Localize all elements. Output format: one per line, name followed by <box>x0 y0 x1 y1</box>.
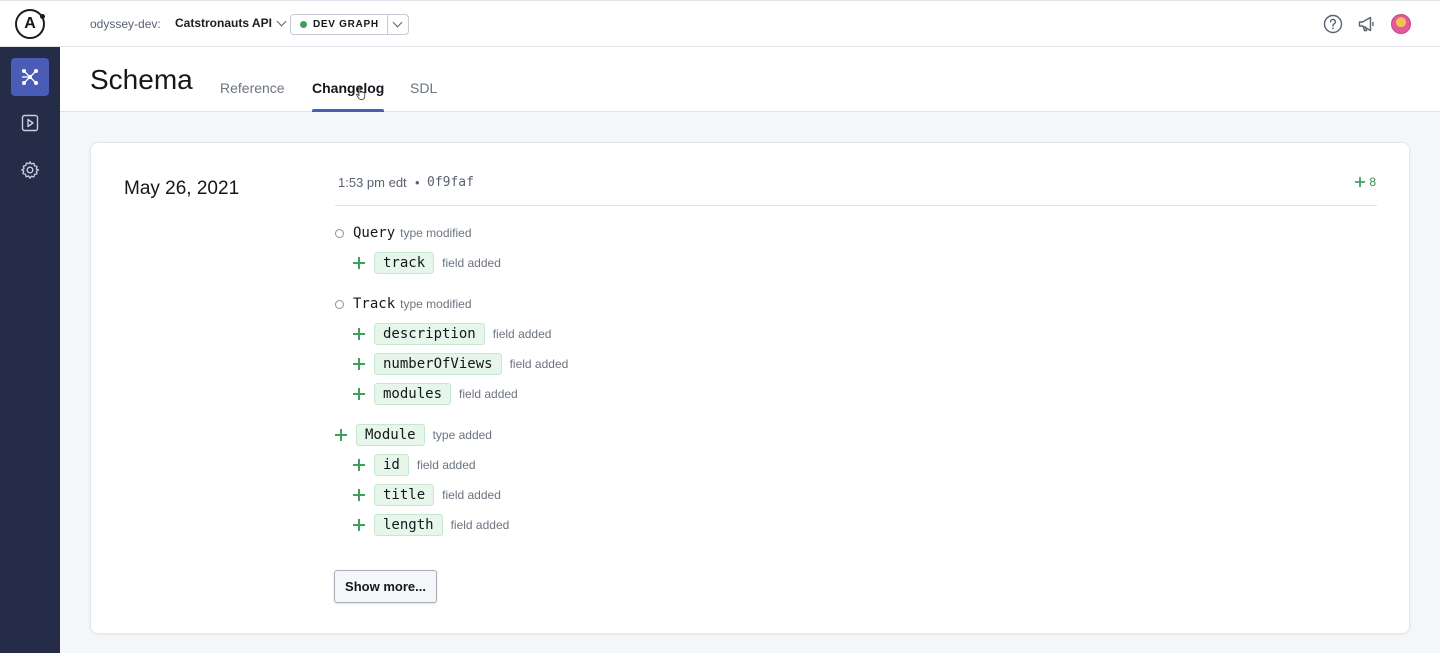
play-icon <box>21 114 39 132</box>
tab-sdl[interactable]: SDL <box>410 80 437 112</box>
change-row-field: modules field added <box>353 382 518 406</box>
type-name: Query <box>353 225 396 241</box>
variant-label: DEV GRAPH <box>313 19 379 30</box>
changelog-date: May 26, 2021 <box>124 178 240 199</box>
top-icons <box>1323 14 1411 34</box>
changelog-card: May 26, 2021 1:53 pm edt • 0f9faf 8 Quer… <box>90 142 1410 634</box>
gear-icon <box>21 161 40 179</box>
change-description: field added <box>509 357 569 371</box>
modified-circle-icon <box>335 228 344 238</box>
top-bar: A odyssey-dev: Catstronauts API DEV GRAP… <box>0 0 1440 47</box>
graph-icon <box>22 69 38 85</box>
change-description: field added <box>459 387 518 401</box>
sidebar-item-schema[interactable] <box>11 58 49 96</box>
tab-changelog[interactable]: Changelog <box>312 80 385 112</box>
variant-dropdown-button[interactable] <box>388 15 408 34</box>
change-row-field: title field added <box>353 483 501 507</box>
change-description: type modified <box>400 297 472 311</box>
commit-time: 1:53 pm edt <box>338 175 407 190</box>
plus-icon <box>353 358 365 370</box>
variant-button[interactable]: DEV GRAPH <box>291 15 388 34</box>
change-row-field: length field added <box>353 513 509 537</box>
graph-name: Catstronauts API <box>175 16 272 30</box>
commit-header: 1:53 pm edt • 0f9faf 8 <box>335 175 1377 206</box>
chevron-down-icon <box>276 16 287 26</box>
page-title: Schema <box>90 64 193 95</box>
change-description: field added <box>492 327 552 341</box>
field-name: modules <box>374 383 452 405</box>
change-row-type: Module type added <box>335 423 492 447</box>
sidebar <box>0 47 60 653</box>
sidebar-item-settings[interactable] <box>11 151 49 189</box>
change-row-field: track field added <box>353 251 501 275</box>
help-icon[interactable] <box>1323 14 1343 34</box>
change-description: field added <box>442 256 501 270</box>
change-row-type: Query type modified <box>335 221 472 245</box>
change-description: field added <box>450 518 510 532</box>
user-avatar[interactable] <box>1391 14 1411 34</box>
org-label: odyssey-dev: <box>90 17 161 31</box>
field-name: track <box>374 252 435 274</box>
field-name: description <box>374 323 485 345</box>
field-name: length <box>374 514 443 536</box>
change-description: field added <box>416 458 476 472</box>
type-name: Module <box>356 424 425 446</box>
plus-icon <box>353 519 365 531</box>
apollo-logo-icon[interactable]: A <box>15 9 45 39</box>
field-name: numberOfViews <box>374 353 502 375</box>
change-row-type: Track type modified <box>335 292 472 316</box>
change-count: 8 <box>1369 175 1376 189</box>
commit-hash: 0f9faf <box>427 175 474 190</box>
status-dot-icon <box>300 21 307 28</box>
plus-icon <box>353 388 365 400</box>
change-description: field added <box>442 488 501 502</box>
change-row-field: id field added <box>353 453 476 477</box>
change-row-field: numberOfViews field added <box>353 352 568 376</box>
change-count-badge: 8 <box>1354 175 1376 189</box>
plus-icon <box>353 328 365 340</box>
show-more-button[interactable]: Show more... <box>334 570 437 603</box>
commit-separator: • <box>415 175 420 190</box>
chevron-down-icon <box>392 17 403 28</box>
change-description: type modified <box>400 226 472 240</box>
plus-icon <box>353 257 365 269</box>
field-name: id <box>374 454 409 476</box>
sidebar-item-explorer[interactable] <box>11 104 49 142</box>
variant-selector: DEV GRAPH <box>290 14 409 35</box>
change-description: type added <box>432 428 492 442</box>
field-name: title <box>374 484 435 506</box>
plus-icon <box>353 489 365 501</box>
change-row-field: description field added <box>353 322 551 346</box>
page-header: Schema Reference Changelog SDL <box>60 47 1440 112</box>
type-name: Track <box>353 296 396 312</box>
plus-icon <box>335 429 347 441</box>
plus-icon <box>1355 176 1366 188</box>
graph-selector[interactable]: Catstronauts API <box>175 16 287 30</box>
tab-reference[interactable]: Reference <box>220 80 285 112</box>
hand-cursor-icon <box>356 86 366 100</box>
modified-circle-icon <box>335 299 344 309</box>
plus-icon <box>353 459 365 471</box>
announcements-icon[interactable] <box>1357 14 1377 34</box>
